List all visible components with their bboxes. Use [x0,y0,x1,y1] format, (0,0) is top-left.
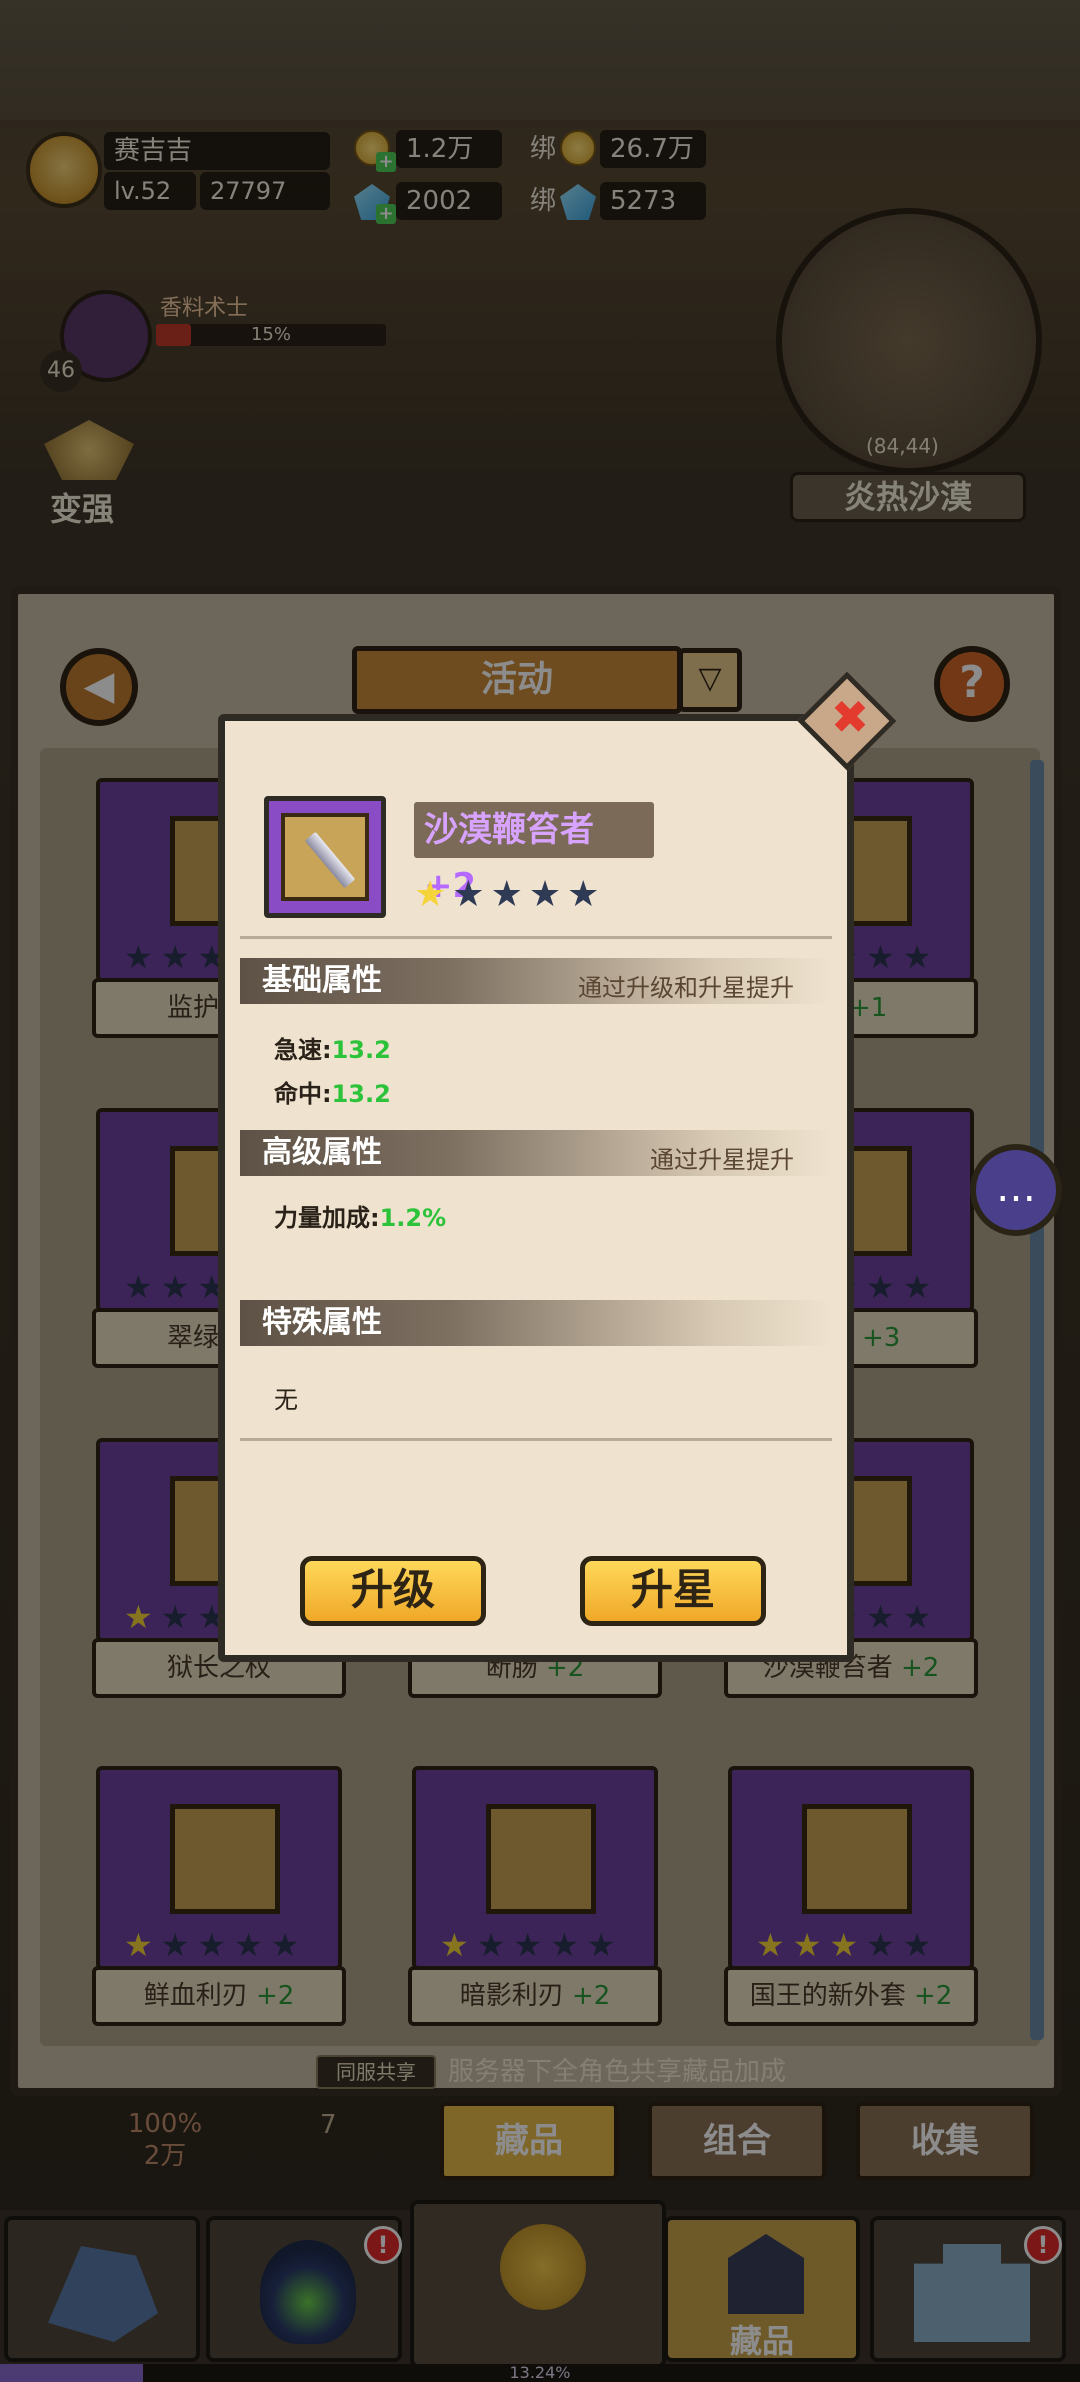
adv-attr-title: 高级属性 [262,1135,382,1170]
chat-button[interactable]: … [970,1144,1062,1236]
divider [240,1438,832,1441]
adv-attr-hint: 通过升星提升 [650,1146,794,1174]
special-attr-header: 特殊属性 [240,1300,832,1346]
close-icon[interactable]: ✖ [826,693,874,741]
special-attr-title: 特殊属性 [262,1305,382,1340]
upstar-button[interactable]: 升星 [580,1556,766,1626]
item-star-rating: ★★★★★ [414,874,605,915]
attr-value: 13.2 [331,1080,391,1108]
attr-value: 1.2% [379,1204,447,1232]
attr-label: 力量加成: [274,1204,380,1232]
star-icon: ★ [567,874,606,915]
attr-label: 命中: [274,1080,332,1108]
dagger-blade [304,831,356,889]
item-name: 沙漠鞭笞者 [424,810,594,850]
dagger-icon [281,813,369,901]
star-icon: ★ [452,874,491,915]
star-icon: ★ [528,874,568,915]
attr-row-haste: 急速:13.2 [274,1030,391,1065]
divider [240,936,832,939]
chat-bubble-icon: … [996,1165,1036,1211]
attr-row-strength: 力量加成:1.2% [274,1198,446,1233]
item-name-plate: 沙漠鞭笞者 +2 [414,802,654,906]
special-attr-value: 无 [274,1386,298,1414]
basic-attr-hint: 通过升级和升星提升 [578,974,794,1002]
basic-attr-title: 基础属性 [262,963,382,998]
attr-row-hit: 命中:13.2 [274,1074,391,1109]
star-icon: ★ [414,874,453,915]
star-icon: ★ [490,874,529,915]
item-icon [264,796,386,918]
attr-value: 13.2 [331,1036,391,1064]
upgrade-button[interactable]: 升级 [300,1556,486,1626]
attr-label: 急速: [274,1036,332,1064]
